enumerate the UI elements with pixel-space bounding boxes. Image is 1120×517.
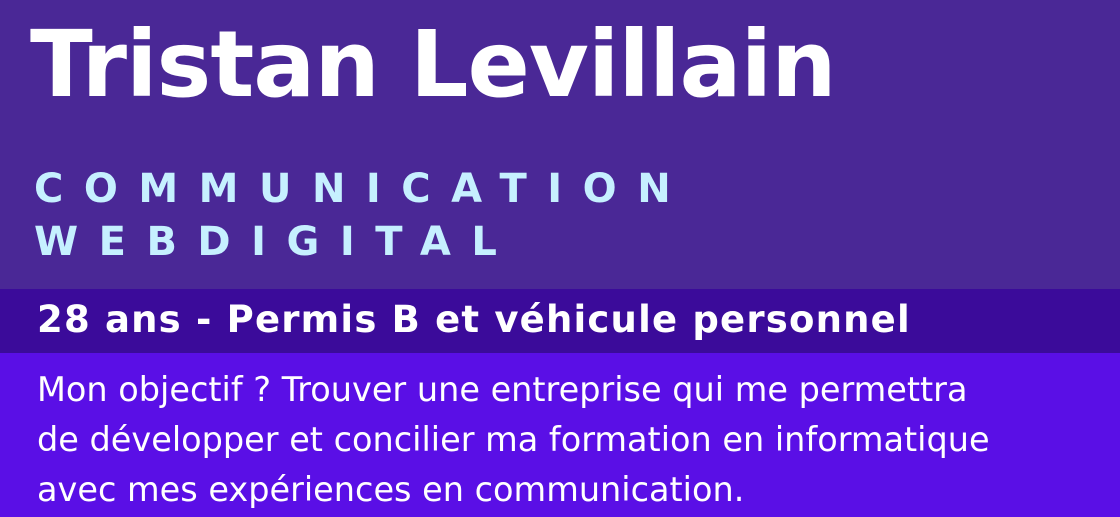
- cv-header-page: Tristan Levillain COMMUNICATION WEBDIGIT…: [0, 0, 1120, 517]
- job-title-line-1: COMMUNICATION: [34, 166, 692, 212]
- person-name: Tristan Levillain: [30, 11, 837, 118]
- personal-details-band: 28 ans - Permis B et véhicule personnel: [0, 289, 1120, 353]
- objective-line: avec mes expériences en communication.: [37, 470, 745, 509]
- identity-section: Tristan Levillain COMMUNICATION WEBDIGIT…: [0, 0, 1120, 289]
- objective-section: Mon objectif ? Trouver une entreprise qu…: [0, 353, 1120, 517]
- age-license-details: 28 ans - Permis B et véhicule personnel: [37, 298, 911, 341]
- objective-line: Mon objectif ? Trouver une entreprise qu…: [37, 370, 968, 409]
- objective-line: de développer et concilier ma formation …: [37, 420, 990, 459]
- job-title-line-2: WEBDIGITAL: [34, 219, 518, 265]
